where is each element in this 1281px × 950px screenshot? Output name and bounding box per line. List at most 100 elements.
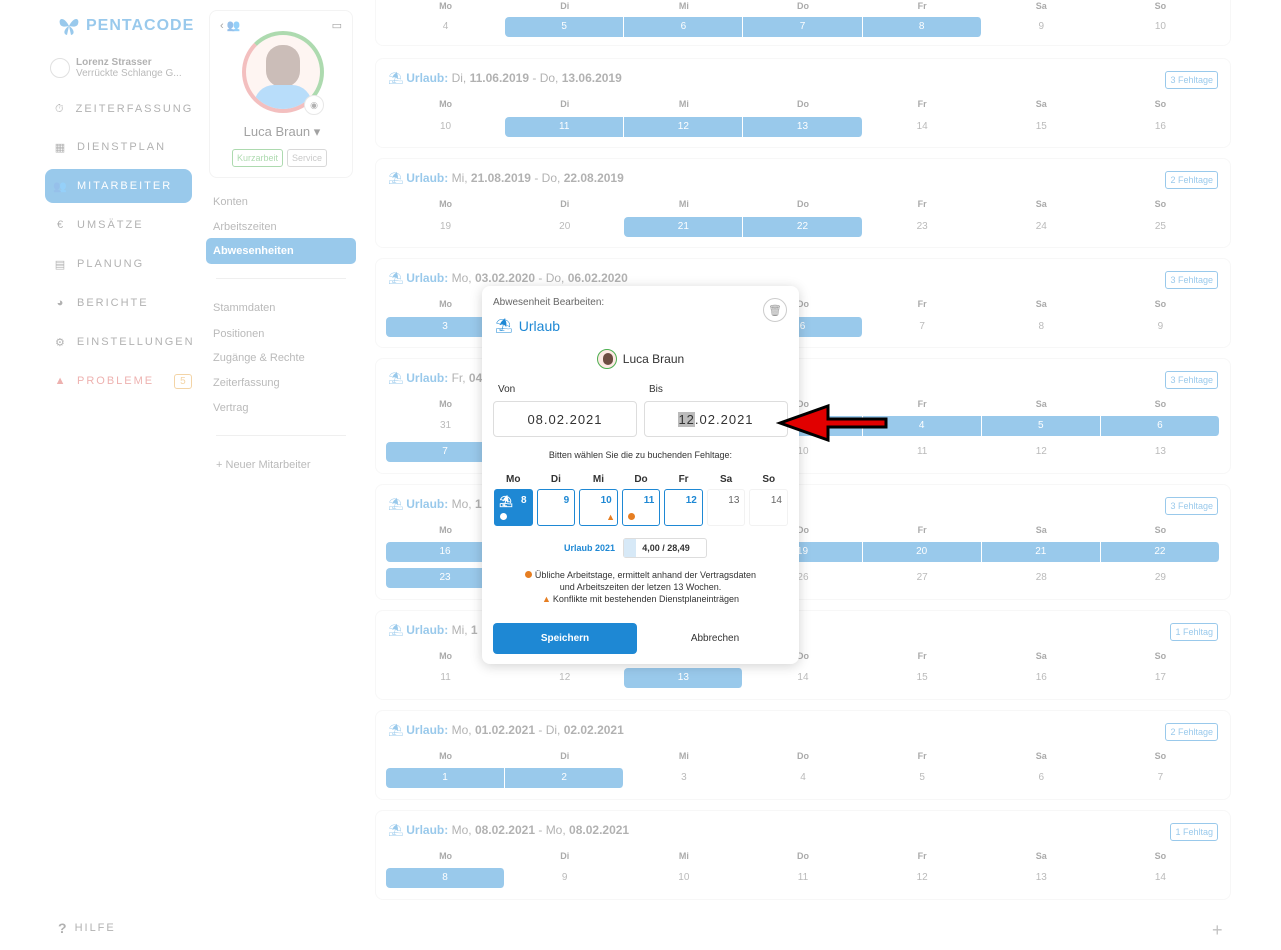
user-avatar [50, 58, 70, 78]
workday-dot-icon [627, 513, 635, 520]
day-toggle-so[interactable]: 14 [749, 489, 788, 526]
day-toggle-di[interactable]: 9 [536, 489, 576, 526]
date-separator: - [538, 723, 543, 737]
weekday-label: Mi [678, 1, 689, 11]
weekday-label: So [1154, 299, 1167, 309]
nav-item-probleme[interactable]: ▲ PROBLEME 5 [45, 364, 192, 398]
day-cell: 7 [1157, 772, 1164, 783]
conflict-warning-icon: ▲ [606, 512, 616, 522]
add-absence-button[interactable]: + [1212, 920, 1223, 941]
cancel-button[interactable]: Abbrechen [643, 623, 787, 654]
tag-service: Service [287, 149, 328, 167]
nav-item-umsaetze[interactable]: € UMSÄTZE [45, 208, 192, 242]
users-icon: 👥 [53, 180, 69, 193]
delete-button[interactable]: 🗑 [763, 298, 787, 322]
app-logo-text: PENTACODE [86, 17, 195, 34]
save-button[interactable]: Speichern [493, 623, 637, 654]
day-row: 19 20 21 22 23 24 25 [386, 217, 1220, 237]
from-day: Mo, [451, 823, 472, 837]
day-toggle-mi[interactable]: 10 ▲ [579, 489, 618, 526]
absence-card[interactable]: ⛱ Urlaub: Di, 11.06.2019 - Do, 13.06.2019… [375, 58, 1231, 148]
day-toggle-do[interactable]: 11 [621, 489, 661, 526]
from-day: Mo, [451, 271, 472, 285]
from-date-input[interactable]: 08.02.2021 [493, 401, 637, 437]
day-cell: 11 [797, 872, 809, 883]
to-date-input[interactable]: 12.02.2021 [644, 401, 788, 437]
missing-days-badge: 1 Fehltag [1170, 623, 1218, 641]
weekday-label: So [1154, 99, 1167, 109]
nav-item-berichte[interactable]: ◕ BERICHTE [45, 286, 192, 320]
from-date: 08.02.2021 [474, 823, 535, 837]
submenu-abwesenheiten[interactable]: Abwesenheiten [206, 238, 356, 264]
app-logo[interactable]: PENTACODE [58, 16, 194, 36]
day-cell: 28 [1035, 572, 1047, 583]
weekday-label: Sa [1035, 851, 1047, 861]
to-date-rest: .02.2021 [694, 412, 754, 427]
employee-card: ‹ 👥 ▭ ◉ Luca Braun ▾ Kurzarbeit Service [209, 10, 353, 178]
day-toggle-sa[interactable]: 13 [706, 489, 746, 526]
new-employee-button[interactable]: + Neuer Mitarbeiter [216, 459, 310, 471]
to-day: Di, [545, 723, 561, 737]
nav-item-label: BERICHTE [77, 297, 149, 309]
day-toggle-mo[interactable]: ⛱ 8 [494, 489, 533, 526]
nav-item-planung[interactable]: ▤ PLANUNG [45, 247, 192, 281]
weekday-label: Sa [1035, 199, 1047, 209]
absence-card[interactable]: ⛱ Urlaub: Mo, 01.02.2021 - Di, 02.02.2021… [375, 710, 1231, 800]
absence-type: Urlaub: [406, 71, 449, 85]
caret-down-icon: ▾ [313, 124, 321, 139]
employee-name[interactable]: Luca Braun ▾ [210, 124, 354, 140]
day-cell: 4 [442, 21, 449, 32]
annotation-arrow-icon [776, 403, 888, 443]
absence-card[interactable]: ⛱ Urlaub: Mo, 08.02.2021 - Mo, 08.02.2021… [375, 810, 1231, 900]
submenu-konten[interactable]: Konten [213, 196, 248, 208]
trash-icon: 🗑 [768, 304, 782, 317]
weekday-label: Fr [917, 99, 927, 109]
absence-card[interactable]: Mo Di Mi Do Fr Sa So 4 5 6 7 8 9 10 [375, 0, 1231, 46]
id-card-icon[interactable]: ▭ [332, 19, 342, 32]
submenu-vertrag[interactable]: Vertrag [213, 402, 248, 414]
weekday-label: So [1154, 651, 1167, 661]
new-employee-label: Neuer Mitarbeiter [225, 459, 311, 471]
day-cell: 12 [916, 872, 928, 883]
legend-text: Übliche Arbeitstage, ermittelt anhand de… [534, 570, 757, 580]
euro-icon: € [56, 219, 66, 231]
gear-icon: ⚙ [55, 336, 67, 349]
nav-item-zeiterfassung[interactable]: ⏱ ZEITERFASSUNG [45, 92, 192, 126]
weekday-header: Mo Di Mi Do Fr Sa So [386, 851, 1220, 861]
from-day: Fr, [451, 371, 466, 385]
help-link[interactable]: ? HILFE [58, 920, 116, 936]
absence-type-selector[interactable]: ⛱ Urlaub [495, 317, 560, 334]
weekday-label: Mi [592, 474, 604, 485]
pie-chart-icon: ◕ [56, 297, 66, 309]
absence-type: Urlaub: [406, 371, 449, 385]
day-toggle-fr[interactable]: 12 [664, 489, 703, 526]
divider [216, 435, 346, 436]
from-label: Von [498, 384, 516, 395]
current-user[interactable]: Lorenz Strasser Verrückte Schlange G... [50, 57, 182, 79]
legend: Übliche Arbeitstage, ermittelt anhand de… [482, 569, 799, 605]
absence-type: Urlaub: [406, 497, 449, 511]
from-date: 11.06.2019 [469, 71, 529, 85]
nav-item-mitarbeiter[interactable]: 👥 MITARBEITER [45, 169, 192, 203]
weekday-label: Fr [917, 525, 927, 535]
submenu-stammdaten[interactable]: Stammdaten [213, 302, 275, 314]
question-icon: ? [58, 920, 67, 936]
weekday-label: Sa [1035, 99, 1047, 109]
legend-text: Konflikte mit bestehenden Dienstplaneint… [552, 594, 740, 604]
back-to-list-icon[interactable]: ‹ 👥 [220, 19, 240, 32]
camera-icon[interactable]: ◉ [304, 95, 324, 115]
nav-item-einstellungen[interactable]: ⚙ EINSTELLUNGEN [45, 325, 193, 359]
weekday-label: So [1154, 199, 1167, 209]
submenu-zugaenge-rechte[interactable]: Zugänge & Rechte [213, 352, 305, 364]
absence-card[interactable]: ⛱ Urlaub: Mi, 21.08.2019 - Do, 22.08.2019… [375, 158, 1231, 248]
day-cell: 9 [1038, 21, 1045, 32]
employee-info: Luca Braun [482, 349, 799, 369]
submenu-arbeitszeiten[interactable]: Arbeitszeiten [213, 221, 277, 233]
submenu-positionen[interactable]: Positionen [213, 328, 264, 340]
day-row: 8 9 10 11 12 13 14 [386, 868, 1220, 888]
absence-type: Urlaub: [406, 723, 449, 737]
nav-item-dienstplan[interactable]: ▦ DIENSTPLAN [45, 130, 192, 164]
beach-umbrella-icon: ⛱ [388, 823, 404, 837]
submenu-zeiterfassung[interactable]: Zeiterfassung [213, 377, 280, 389]
quota-bar: 4,00 / 28,49 [623, 538, 708, 558]
